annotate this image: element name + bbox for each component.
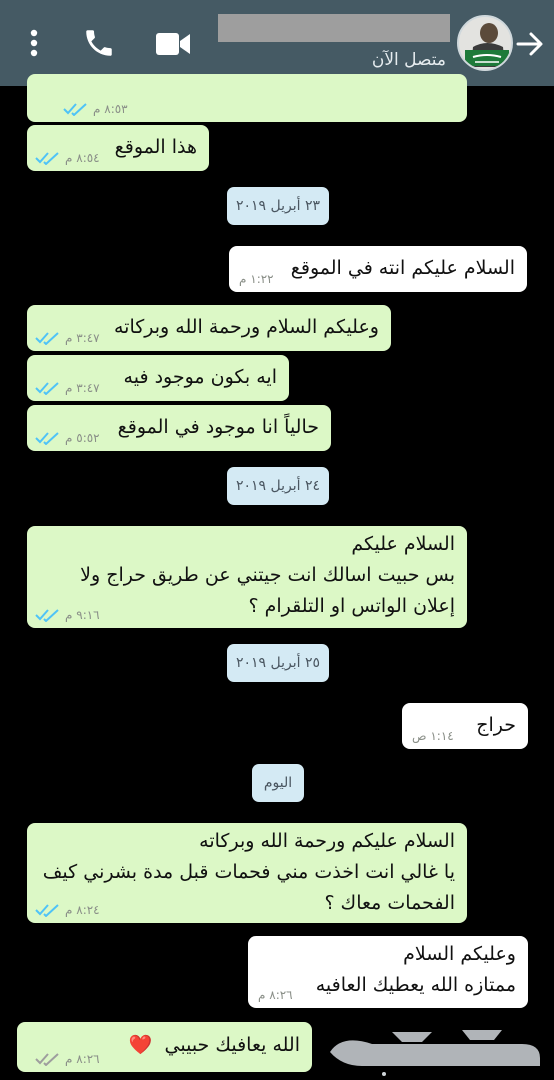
message-meta: ٣:٤٧ م <box>35 381 100 395</box>
message-bubble-incoming[interactable]: حراج ١:١٤ ص <box>402 703 528 749</box>
message-bubble-outgoing[interactable]: وعليكم السلام ورحمة الله وبركاته ٣:٤٧ م <box>27 305 391 351</box>
message-text: هذا الموقع <box>114 136 197 158</box>
message-text: وعليكم السلام ممتازه الله يعطيك العافيه <box>256 939 516 1001</box>
message-time: ١:١٤ ص <box>412 729 454 743</box>
message-bubble-outgoing[interactable]: السلام عليكم ورحمة الله وبركاته يا غالي … <box>27 823 467 923</box>
arrow-back-icon[interactable] <box>514 28 546 60</box>
read-receipt-icon <box>35 152 59 165</box>
message-time: ٨:٢٤ م <box>65 903 100 917</box>
message-meta: ٥:٥٢ م <box>35 431 100 445</box>
message-meta: ٨:٢٦ م <box>258 988 293 1002</box>
message-bubble-outgoing[interactable]: حالياً انا موجود في الموقع ٥:٥٢ م <box>27 405 331 451</box>
message-bubble-outgoing[interactable]: هذا الموقع ٨:٥٤ م <box>27 125 209 171</box>
message-meta: ٨:٥٤ م <box>35 151 100 165</box>
message-line: بس حبيت اسالك انت جيتني عن طريق حراج ولا <box>80 564 455 586</box>
date-separator: ٢٤ أبريل ٢٠١٩ <box>227 467 329 505</box>
message-time: ٨:٢٦ م <box>65 1052 100 1066</box>
date-separator: ٢٣ أبريل ٢٠١٩ <box>227 187 329 225</box>
message-meta: ٣:٤٧ م <box>35 331 100 345</box>
message-meta: ٨:٢٤ م <box>35 903 100 917</box>
read-receipt-icon <box>35 382 59 395</box>
phone-icon[interactable] <box>82 26 116 60</box>
message-meta: ١:١٤ ص <box>412 729 454 743</box>
message-line: يا غالي انت اخذت مني فحمات قبل مدة بشرني… <box>42 861 455 883</box>
haraj-watermark-logo <box>322 1022 548 1076</box>
read-receipt-icon <box>63 103 87 116</box>
message-time: ٨:٢٦ م <box>258 988 293 1002</box>
message-text: السلام عليكم انته في الموقع <box>290 257 515 279</box>
message-text: ايه بكون موجود فيه <box>123 366 277 388</box>
message-line: وعليكم السلام <box>403 943 516 965</box>
message-bubble-incoming[interactable]: وعليكم السلام ممتازه الله يعطيك العافيه … <box>248 936 528 1008</box>
message-time: ١:٢٢ م <box>239 272 274 286</box>
message-line: السلام عليكم ورحمة الله وبركاته <box>199 830 455 852</box>
contact-status: متصل الآن <box>371 50 446 70</box>
message-time: ٩:١٦ م <box>65 608 100 622</box>
read-receipt-icon <box>35 332 59 345</box>
video-call-icon[interactable] <box>154 30 192 58</box>
contact-avatar[interactable] <box>457 15 513 71</box>
read-receipt-icon <box>35 432 59 445</box>
date-separator: ٢٥ أبريل ٢٠١٩ <box>227 644 329 682</box>
message-line: السلام عليكم <box>351 533 455 555</box>
watermark-graphic <box>330 1030 540 1076</box>
message-text: حالياً انا موجود في الموقع <box>117 416 319 438</box>
message-meta: ٨:٥٣ م <box>63 102 128 116</box>
message-bubble-incoming[interactable]: السلام عليكم انته في الموقع ١:٢٢ م <box>229 246 527 292</box>
delivered-ticks-icon <box>35 1053 59 1066</box>
message-meta: ١:٢٢ م <box>239 272 274 286</box>
message-bubble-outgoing[interactable]: ٨:٥٣ م <box>27 74 467 122</box>
more-vert-icon[interactable] <box>22 26 46 60</box>
avatar-image <box>459 17 511 69</box>
message-text: الله يعافيك حبيبي ❤️ <box>129 1030 300 1061</box>
message-time: ٣:٤٧ م <box>65 381 100 395</box>
message-text-body: الله يعافيك حبيبي <box>164 1034 300 1056</box>
message-bubble-outgoing[interactable]: السلام عليكم بس حبيت اسالك انت جيتني عن … <box>27 526 467 628</box>
read-receipt-icon <box>35 904 59 917</box>
read-receipt-icon <box>35 609 59 622</box>
message-bubble-outgoing[interactable]: الله يعافيك حبيبي ❤️ ٨:٢٦ م <box>17 1022 312 1072</box>
message-text: حراج <box>476 714 516 736</box>
message-time: ٣:٤٧ م <box>65 331 100 345</box>
heart-emoji-icon: ❤️ <box>128 1034 153 1056</box>
date-separator: اليوم <box>252 764 304 802</box>
message-text: وعليكم السلام ورحمة الله وبركاته <box>113 316 379 338</box>
contact-name-redacted[interactable] <box>218 14 450 42</box>
message-line: ممتازه الله يعطيك العافيه <box>315 974 516 996</box>
message-time: ٥:٥٢ م <box>65 431 100 445</box>
message-time: ٨:٥٤ م <box>65 151 100 165</box>
message-time: ٨:٥٣ م <box>93 102 128 116</box>
message-bubble-outgoing[interactable]: ايه بكون موجود فيه ٣:٤٧ م <box>27 355 289 401</box>
message-meta: ٨:٢٦ م <box>35 1052 100 1066</box>
message-meta: ٩:١٦ م <box>35 608 100 622</box>
